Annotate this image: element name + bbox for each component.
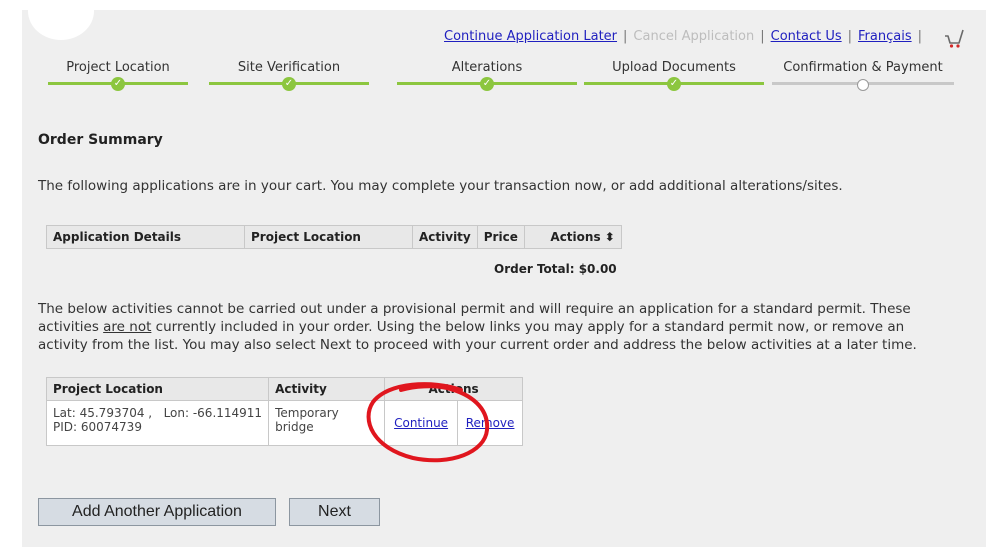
notice-text: currently included in your order. Using … [38, 319, 917, 353]
order-summary-title: Order Summary [38, 132, 163, 148]
check-icon: ✓ [667, 77, 681, 91]
contact-us-link[interactable]: Contact Us [771, 29, 842, 44]
separator: | [760, 29, 765, 44]
step-label: Project Location [66, 60, 170, 75]
step-alterations[interactable]: Alterations ✓ [397, 60, 577, 91]
add-another-application-button[interactable]: Add Another Application [38, 498, 276, 526]
check-icon: ✓ [282, 77, 296, 91]
next-button[interactable]: Next [289, 498, 380, 526]
cart-table: Application Details Project Location Act… [46, 225, 622, 249]
separator: | [847, 29, 853, 44]
continue-later-link[interactable]: Continue Application Later [444, 29, 617, 44]
column-header: Activity [412, 225, 478, 249]
column-header: Activity [268, 377, 386, 401]
corner-decoration [28, 0, 94, 40]
remove-link[interactable]: Remove [466, 416, 515, 430]
order-total: Order Total: $0.00 [494, 262, 617, 276]
step-label: Site Verification [237, 60, 341, 75]
cart-icon[interactable] [943, 27, 965, 49]
location-coordinates: Lat: 45.793704 , Lon: -66.114911 [53, 406, 263, 420]
column-header: Project Location [244, 225, 413, 249]
remove-cell: Remove [457, 400, 524, 446]
cancel-application-link: Cancel Application [633, 29, 755, 44]
project-location-cell: Lat: 45.793704 , Lon: -66.114911 PID: 60… [45, 400, 270, 446]
continue-cell: Continue [384, 400, 459, 446]
activity-table: Project Location Activity Actions Lat: 4… [45, 377, 524, 446]
step-label: Confirmation & Payment [783, 60, 943, 75]
table-row: Lat: 45.793704 , Lon: -66.114911 PID: 60… [45, 400, 524, 446]
step-project-location[interactable]: Project Location ✓ [48, 60, 188, 91]
column-header: Project Location [45, 377, 270, 401]
order-summary-intro: The following applications are in your c… [38, 178, 843, 194]
separator: | [623, 29, 628, 44]
activity-cell: Temporary bridge [268, 400, 386, 446]
separator: | [917, 29, 922, 44]
step-site-verification[interactable]: Site Verification ✓ [209, 60, 369, 91]
language-link[interactable]: Français [858, 29, 912, 44]
standard-permit-notice: The below activities cannot be carried o… [38, 300, 918, 354]
column-header: Application Details [46, 225, 245, 249]
actions-sort-header[interactable]: Actions ⬍ [523, 225, 622, 249]
continue-link[interactable]: Continue [394, 416, 448, 430]
step-label: Upload Documents [612, 60, 736, 75]
location-pid: PID: 60074739 [53, 420, 142, 434]
column-header: Actions [384, 377, 524, 401]
check-icon: ✓ [480, 77, 494, 91]
page-panel [22, 0, 986, 547]
check-icon: ✓ [111, 77, 125, 91]
pending-step-icon [857, 79, 869, 91]
step-label: Alterations [451, 60, 523, 75]
column-header: Price [476, 225, 525, 249]
step-upload-documents[interactable]: Upload Documents ✓ [584, 60, 764, 91]
step-confirmation-payment: Confirmation & Payment [772, 60, 954, 91]
notice-emphasis: are not [103, 319, 152, 335]
top-links: Continue Application Later | Cancel Applic… [444, 29, 928, 44]
